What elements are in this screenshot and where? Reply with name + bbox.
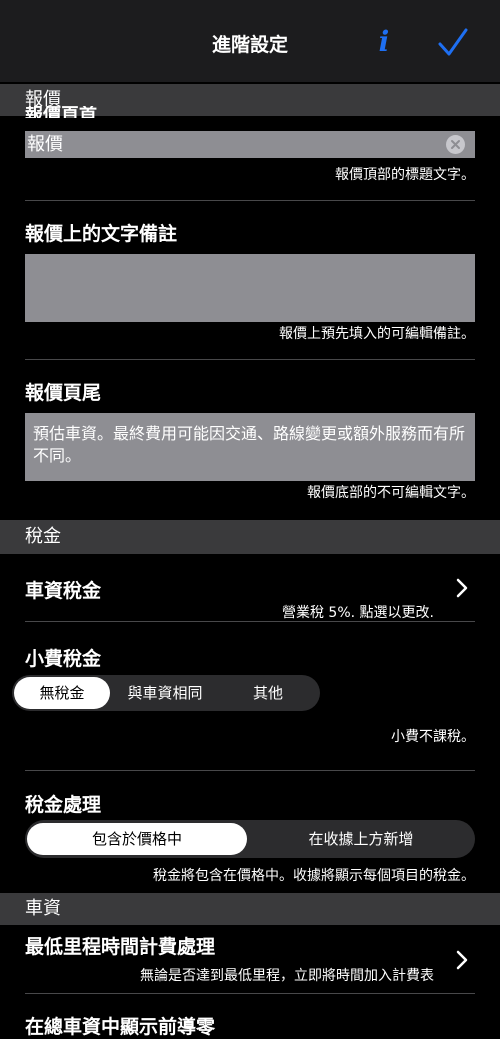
divider [25,770,475,771]
page-title: 進階設定 [211,34,288,56]
section-header-fare: 車資 [0,893,500,925]
show-rounding-label: 在總車資中顯示前導零 [25,1016,216,1038]
divider [25,993,475,994]
quote-note-label: 報價上的文字備註 [25,223,178,245]
tip-tax-option-other[interactable]: 其他 [222,677,314,709]
tip-tax-label: 小費稅金 [25,648,102,670]
quote-footer-value: 預估車資。最終費用可能因交通、路線變更或額外服務而有所不同。 [33,424,466,465]
fare-tax-hint: 營業稅 5%. 點選以更改. [281,605,434,621]
min-fare-hint: 無論是否達到最低里程，立即將時間加入計費表 [140,968,434,984]
clear-icon[interactable] [446,135,465,154]
tax-handling-segmented-control: 包含於價格中 在收據上方新增 [25,820,475,858]
quote-note-textarea[interactable] [25,254,475,322]
quote-note-hint: 報價上預先填入的可編輯備註。 [279,326,475,342]
tax-handling-option-included[interactable]: 包含於價格中 [27,823,247,855]
tip-tax-option-same-as-fare[interactable]: 與車資相同 [115,677,215,709]
quote-title-input[interactable]: 報價 [25,131,475,158]
divider [25,621,475,622]
chevron-right-icon [456,950,468,970]
fare-tax-label: 車資稅金 [25,580,102,602]
tax-handling-hint: 稅金將包含在價格中。收據將顯示每個項目的稅金。 [153,868,475,884]
divider [25,200,475,201]
checkmark-icon[interactable] [436,26,470,60]
tip-tax-segmented-control: 無稅金 與車資相同 其他 [12,675,320,711]
quote-footer-hint: 報價底部的不可編輯文字。 [307,485,475,501]
section-header-tax: 稅金 [0,520,500,554]
quote-title-label: 報價頁首 [25,106,97,118]
chevron-right-icon [456,578,468,598]
tax-handling-label: 稅金處理 [25,794,102,816]
tax-handling-option-added[interactable]: 在收據上方新增 [251,823,471,855]
info-icon[interactable]: i [372,24,396,60]
tip-tax-option-none[interactable]: 無稅金 [14,677,110,709]
quote-footer-label: 報價頁尾 [25,382,102,404]
divider [25,359,475,360]
tip-tax-hint: 小費不課稅。 [391,729,475,745]
quote-title-value: 報價 [27,134,63,155]
min-fare-label: 最低里程時間計費處理 [25,936,216,958]
quote-footer-textarea[interactable]: 預估車資。最終費用可能因交通、路線變更或額外服務而有所不同。 [25,413,475,481]
quote-title-hint: 報價頂部的標題文字。 [335,167,475,183]
